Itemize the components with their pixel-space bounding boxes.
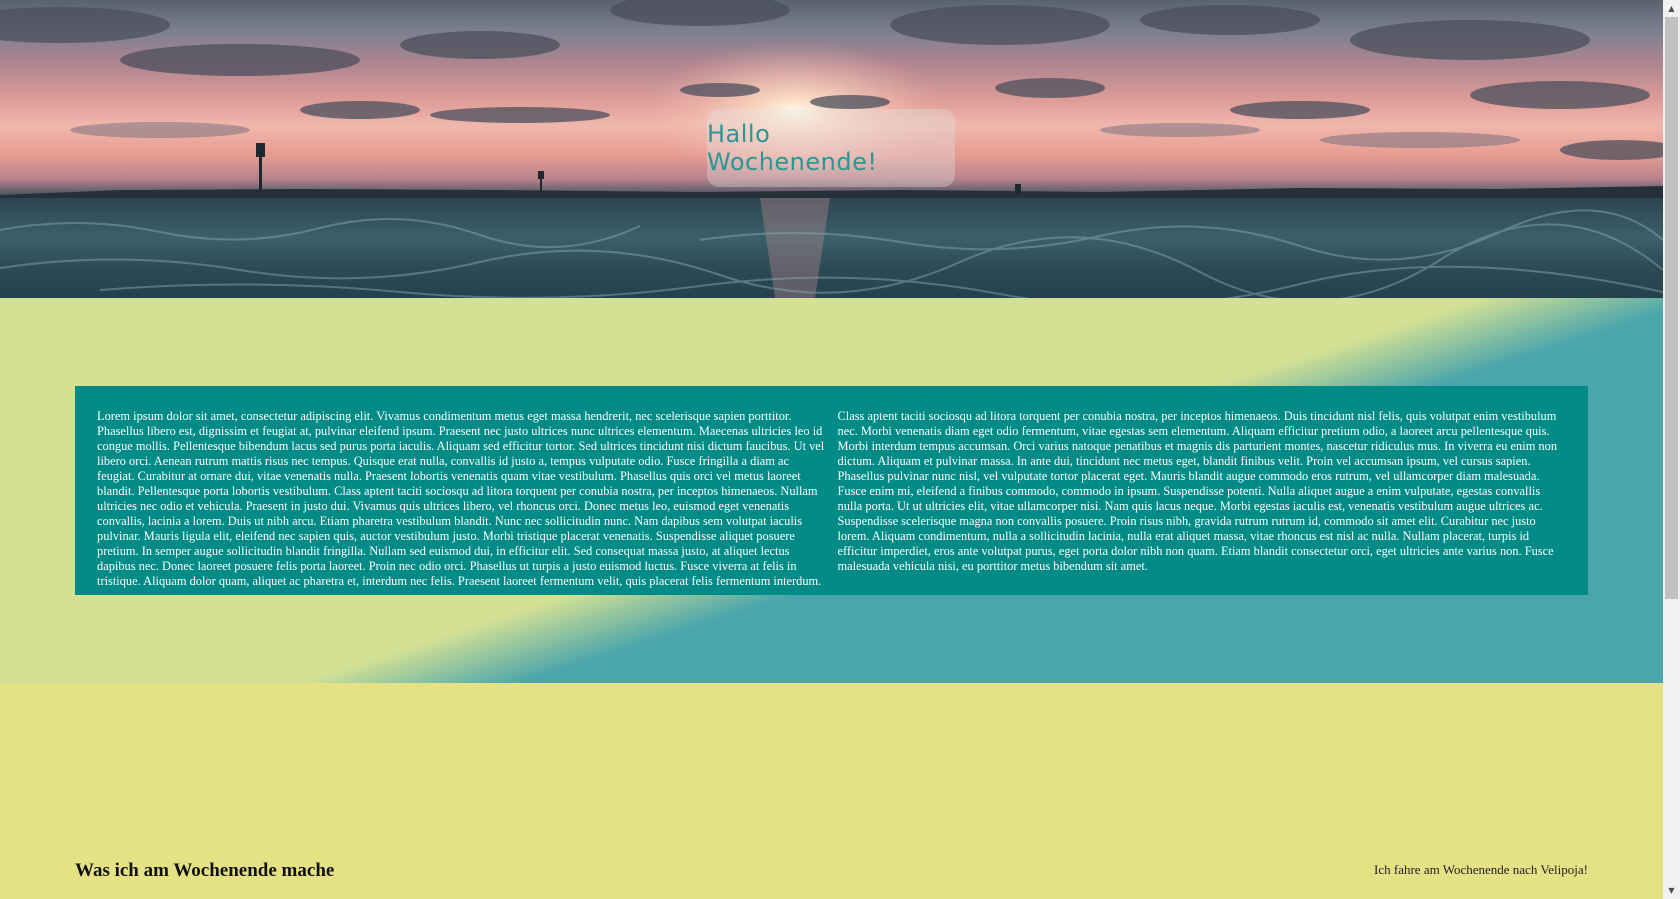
hero-title-box: Hallo Wochenende! — [707, 109, 955, 187]
intro-section: Lorem ipsum dolor sit amet, consectetur … — [0, 298, 1663, 683]
intro-text: Lorem ipsum dolor sit amet, consectetur … — [97, 409, 1558, 588]
scroll-up-arrow-icon[interactable]: ▲ — [1663, 0, 1680, 17]
page: Hallo Wochenende! Lorem ipsum dolor sit … — [0, 0, 1663, 899]
intro-text-card: Lorem ipsum dolor sit amet, consectetur … — [75, 386, 1588, 595]
weekend-section: Was ich am Wochenende mache Ich fahre am… — [0, 683, 1663, 899]
weekend-note: Ich fahre am Wochenende nach Velipoja! — [1374, 862, 1588, 877]
hero-banner: Hallo Wochenende! — [0, 0, 1663, 298]
scrollbar-thumb[interactable] — [1665, 17, 1678, 599]
weekend-heading: Was ich am Wochenende mache — [75, 860, 335, 881]
vertical-scrollbar[interactable]: ▲ ▼ — [1663, 0, 1680, 899]
scroll-down-arrow-icon[interactable]: ▼ — [1663, 882, 1680, 899]
hero-title: Hallo Wochenende! — [707, 120, 878, 176]
